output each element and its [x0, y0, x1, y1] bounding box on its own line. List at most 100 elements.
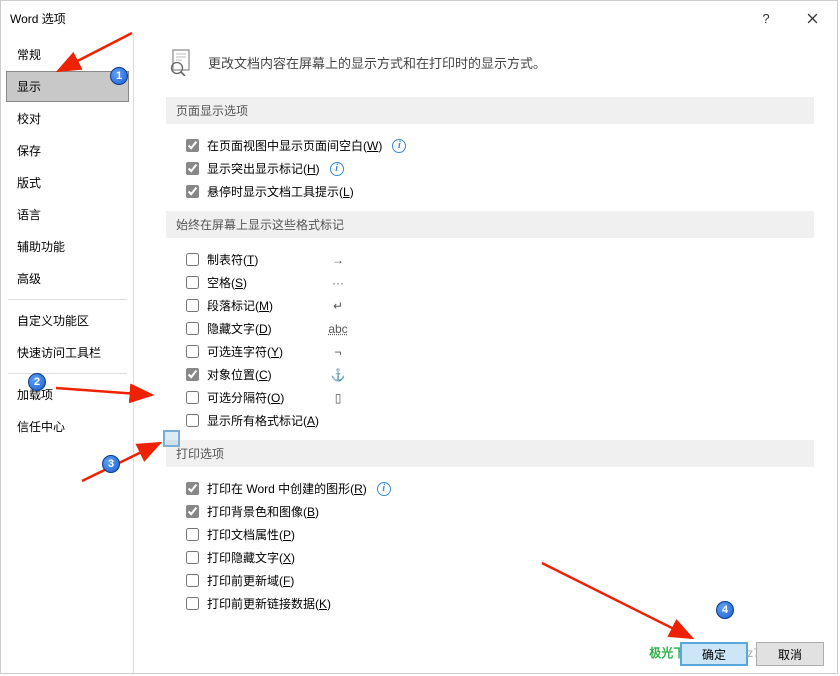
- sidebar-item-label: 信任中心: [17, 420, 65, 434]
- format-symbol: ↵: [325, 299, 351, 313]
- sidebar-item-label: 显示: [17, 80, 41, 94]
- option-row: 显示突出显示标记(H) i: [166, 157, 818, 180]
- option-row: 打印背景色和图像(B): [166, 500, 818, 523]
- option-row: 打印隐藏文字(X): [166, 546, 818, 569]
- sidebar-item-label: 加载项: [17, 388, 53, 402]
- sidebar-item-label: 保存: [17, 144, 41, 158]
- cancel-button[interactable]: 取消: [756, 642, 824, 666]
- option-label[interactable]: 空格(S): [207, 274, 317, 291]
- sidebar-item-label: 高级: [17, 272, 41, 286]
- option-label[interactable]: 对象位置(C): [207, 366, 317, 383]
- option-checkbox[interactable]: [186, 162, 199, 175]
- close-icon: [807, 13, 818, 24]
- option-label[interactable]: 段落标记(M): [207, 297, 317, 314]
- close-button[interactable]: [788, 3, 836, 33]
- format-symbol: ···: [325, 276, 351, 290]
- option-label[interactable]: 可选分隔符(O): [207, 389, 317, 406]
- option-checkbox[interactable]: [186, 253, 199, 266]
- info-icon[interactable]: i: [330, 162, 344, 176]
- option-label[interactable]: 打印在 Word 中创建的图形(R): [207, 480, 367, 497]
- info-icon[interactable]: i: [392, 139, 406, 153]
- sidebar-item-label: 辅助功能: [17, 240, 65, 254]
- content-pane: 更改文档内容在屏幕上的显示方式和在打印时的显示方式。 页面显示选项 在页面视图中…: [134, 33, 836, 673]
- sidebar-item-label: 快速访问工具栏: [17, 346, 101, 360]
- sidebar: 常规显示校对保存版式语言辅助功能高级自定义功能区快速访问工具栏加载项信任中心: [2, 33, 134, 673]
- sidebar-item-1[interactable]: 显示: [6, 71, 129, 102]
- dialog-footer: 确定 取消: [680, 642, 824, 666]
- option-label[interactable]: 打印隐藏文字(X): [207, 549, 295, 566]
- sidebar-item-label: 自定义功能区: [17, 314, 89, 328]
- option-row: 显示所有格式标记(A): [166, 409, 818, 432]
- section-title-page-display: 页面显示选项: [166, 97, 814, 124]
- ok-button[interactable]: 确定: [680, 642, 748, 666]
- option-label[interactable]: 制表符(T): [207, 251, 317, 268]
- dialog-title: Word 选项: [10, 10, 744, 27]
- option-label[interactable]: 在页面视图中显示页面间空白(W): [207, 137, 382, 154]
- sidebar-item-7[interactable]: 高级: [6, 263, 129, 294]
- option-row: 对象位置(C) ⚓: [166, 363, 818, 386]
- option-row: 空格(S) ···: [166, 271, 818, 294]
- option-checkbox[interactable]: [186, 574, 199, 587]
- option-row: 可选连字符(Y) ¬: [166, 340, 818, 363]
- format-symbol: ⚓: [325, 368, 351, 382]
- option-row: 在页面视图中显示页面间空白(W) i: [166, 134, 818, 157]
- option-row: 悬停时显示文档工具提示(L): [166, 180, 818, 203]
- option-checkbox[interactable]: [186, 139, 199, 152]
- display-page-icon: [166, 47, 196, 77]
- format-symbol: →: [325, 253, 351, 267]
- sidebar-item-6[interactable]: 辅助功能: [6, 231, 129, 262]
- sidebar-item-8[interactable]: 自定义功能区: [6, 305, 129, 336]
- option-checkbox[interactable]: [186, 505, 199, 518]
- option-checkbox[interactable]: [186, 345, 199, 358]
- sidebar-item-label: 版式: [17, 176, 41, 190]
- sidebar-item-3[interactable]: 保存: [6, 135, 129, 166]
- option-row: 段落标记(M) ↵: [166, 294, 818, 317]
- option-row: 可选分隔符(O) ▯: [166, 386, 818, 409]
- option-checkbox[interactable]: [186, 299, 199, 312]
- option-row: 打印前更新链接数据(K): [166, 592, 818, 615]
- option-label[interactable]: 可选连字符(Y): [207, 343, 317, 360]
- sidebar-item-9[interactable]: 快速访问工具栏: [6, 337, 129, 368]
- option-row: 制表符(T) →: [166, 248, 818, 271]
- option-row: 隐藏文字(D) abc: [166, 317, 818, 340]
- sidebar-item-label: 校对: [17, 112, 41, 126]
- format-symbol: ¬: [325, 345, 351, 359]
- format-symbol: ▯: [325, 391, 351, 405]
- option-label[interactable]: 打印文档属性(P): [207, 526, 295, 543]
- titlebar: Word 选项 ?: [2, 3, 836, 33]
- sidebar-item-11[interactable]: 信任中心: [6, 411, 129, 442]
- content-header: 更改文档内容在屏幕上的显示方式和在打印时的显示方式。: [166, 47, 818, 77]
- option-row: 打印前更新域(F): [166, 569, 818, 592]
- option-label[interactable]: 打印前更新域(F): [207, 572, 294, 589]
- option-checkbox[interactable]: [186, 414, 199, 427]
- option-label[interactable]: 打印背景色和图像(B): [207, 503, 319, 520]
- section-title-print: 打印选项: [166, 440, 814, 467]
- info-icon[interactable]: i: [377, 482, 391, 496]
- sidebar-item-label: 常规: [17, 48, 41, 62]
- option-label[interactable]: 悬停时显示文档工具提示(L): [207, 183, 354, 200]
- option-checkbox[interactable]: [186, 391, 199, 404]
- sidebar-item-label: 语言: [17, 208, 41, 222]
- option-label[interactable]: 显示所有格式标记(A): [207, 412, 319, 429]
- content-header-text: 更改文档内容在屏幕上的显示方式和在打印时的显示方式。: [208, 53, 546, 72]
- option-checkbox[interactable]: [186, 528, 199, 541]
- help-button[interactable]: ?: [744, 3, 788, 33]
- option-row: 打印文档属性(P): [166, 523, 818, 546]
- sidebar-item-0[interactable]: 常规: [6, 39, 129, 70]
- option-checkbox[interactable]: [186, 551, 199, 564]
- option-checkbox[interactable]: [186, 276, 199, 289]
- sidebar-item-10[interactable]: 加载项: [6, 379, 129, 410]
- format-symbol: abc: [325, 322, 351, 336]
- option-label[interactable]: 打印前更新链接数据(K): [207, 595, 331, 612]
- option-row: 打印在 Word 中创建的图形(R) i: [166, 477, 818, 500]
- sidebar-item-5[interactable]: 语言: [6, 199, 129, 230]
- option-label[interactable]: 隐藏文字(D): [207, 320, 317, 337]
- option-label[interactable]: 显示突出显示标记(H): [207, 160, 320, 177]
- option-checkbox[interactable]: [186, 482, 199, 495]
- option-checkbox[interactable]: [186, 185, 199, 198]
- sidebar-item-4[interactable]: 版式: [6, 167, 129, 198]
- option-checkbox[interactable]: [186, 597, 199, 610]
- sidebar-item-2[interactable]: 校对: [6, 103, 129, 134]
- option-checkbox[interactable]: [186, 368, 199, 381]
- option-checkbox[interactable]: [186, 322, 199, 335]
